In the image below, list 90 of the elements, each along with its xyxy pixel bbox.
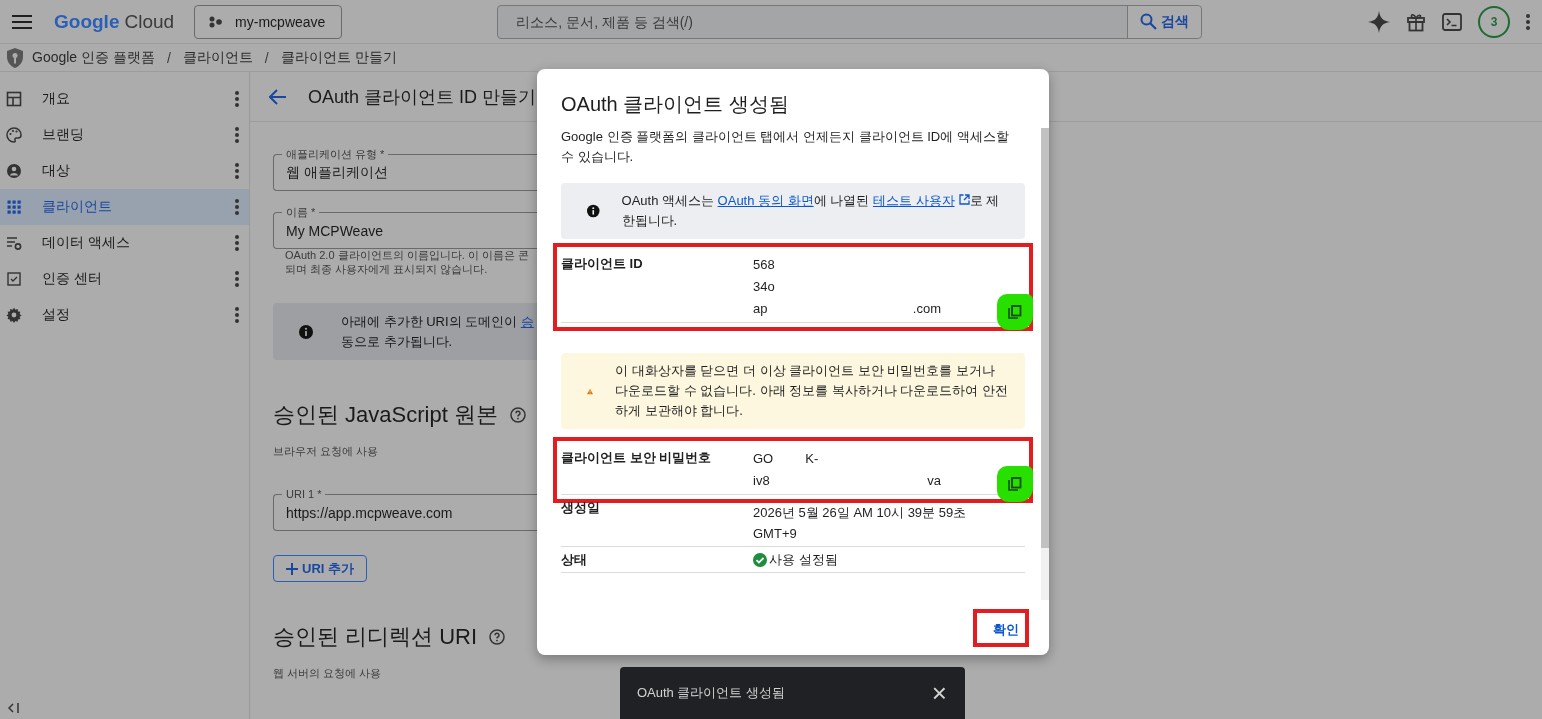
field-hint: 되며 최종 사용자에게 표시되지 않습니다. (285, 262, 489, 276)
info-text: 아래에 추가한 URI의 도메인이 승 (341, 312, 534, 331)
more-icon[interactable] (235, 163, 239, 179)
breadcrumb-link[interactable]: Google 인증 플랫폼 (32, 48, 155, 67)
text-field[interactable]: 이름 * My MCPWeave (273, 206, 537, 249)
sidebar-item[interactable]: 인증 센터 (0, 261, 249, 297)
terminal-icon[interactable] (1442, 12, 1462, 31)
dashboard-icon (6, 91, 22, 107)
search-field[interactable]: 리소스, 문서, 제품 등 검색(/) 검색 (497, 4, 1203, 39)
secret-text: 568 (753, 256, 775, 274)
sidebar-item[interactable]: 브랜딩 (0, 117, 249, 153)
sidebar-item[interactable]: 데이터 액세스 (0, 225, 249, 261)
sidebar-item[interactable]: 설정 (0, 297, 249, 333)
search-icon (1140, 13, 1158, 30)
copy-button[interactable] (997, 294, 1033, 330)
person-icon (6, 163, 22, 179)
field-hint: OAuth 2.0 클라이언트의 이름입니다. 이 이름은 콘 (285, 248, 530, 262)
sparkle-icon[interactable] (1368, 10, 1390, 33)
more-icon[interactable] (235, 91, 239, 107)
secret-text: GO (753, 450, 774, 468)
breadcrumb-separator: / (264, 49, 269, 66)
secret-text: .com (912, 300, 941, 318)
sidebar-item[interactable]: 대상 (0, 153, 249, 189)
copy-button[interactable] (997, 466, 1033, 502)
row-label: 생성일 (561, 499, 601, 517)
status-text: 사용 설정됨 (769, 551, 838, 569)
secret-text: 34o (753, 278, 775, 296)
info-text: 동으로 추가됩니다. (341, 332, 454, 351)
more-icon[interactable] (235, 127, 239, 143)
breadcrumb-link[interactable]: 클라이언트 만들기 (280, 48, 397, 67)
text-input[interactable]: https://app.mcpweave.com (274, 502, 534, 524)
text-input[interactable]: 웹 애플리케이션 (274, 162, 534, 184)
add-uri-button[interactable]: URI 추가 (273, 555, 367, 582)
section-heading: 승인된 리디렉션 URI (273, 623, 478, 651)
more-icon[interactable] (1526, 13, 1530, 30)
dialog-intro: Google 인증 플랫폼의 클라이언트 탭에서 언제든지 클라이언트 ID에 액세스할 수 있습니다. (561, 128, 1010, 166)
text-input[interactable]: My MCPWeave (274, 220, 534, 242)
created-date: 2026년 5월 26일 AM 10시 39분 59초 GMT+9 (753, 504, 968, 543)
section-subtitle: 브라우저 요청에 사용 (273, 444, 380, 459)
ok-button[interactable]: 확인 (973, 608, 1029, 647)
list-settings-icon (6, 235, 22, 251)
row-label: 클라이언트 ID (561, 255, 644, 273)
collapse-icon[interactable] (8, 703, 20, 713)
copy-icon (1008, 305, 1022, 319)
toast-message: OAuth 클라이언트 생성됨 (637, 684, 786, 702)
text-field[interactable]: URI 1 * https://app.mcpweave.com (273, 488, 537, 531)
more-icon[interactable] (235, 271, 239, 287)
shield-key-icon (6, 47, 24, 68)
info-icon (299, 324, 313, 339)
text-field[interactable]: 애플리케이션 유형 * 웹 애플리케이션 (273, 148, 537, 191)
sidebar-item[interactable]: 개요 (0, 81, 249, 117)
help-icon[interactable] (509, 407, 526, 423)
grid-icon (6, 199, 22, 215)
close-button[interactable]: × (931, 680, 947, 706)
secret-text: iv8 (753, 472, 770, 490)
info-text: OAuth 액세스는 OAuth 동의 화면에 나열된 테스트 사용자 로 제한됩니다. (621, 192, 1001, 230)
project-picker[interactable]: my-mcpweave (194, 4, 343, 39)
copy-icon (1008, 477, 1022, 491)
secret-text: ap (753, 300, 768, 318)
help-icon[interactable] (489, 629, 506, 645)
check-circle-icon (753, 553, 767, 567)
consent-screen-link[interactable]: OAuth 동의 화면 (717, 193, 814, 208)
checkbox-icon (6, 271, 22, 287)
palette-icon (6, 127, 22, 143)
page-title: OAuth 클라이언트 ID 만들기 (308, 85, 537, 109)
row-label: 상태 (561, 551, 588, 569)
field-label: URI 1 * (285, 488, 323, 500)
test-users-link[interactable]: 테스트 사용자 (872, 193, 970, 208)
logo[interactable]: Google Cloud (54, 10, 175, 33)
field-label: 이름 * (285, 206, 317, 218)
gift-icon[interactable] (1406, 11, 1426, 32)
breadcrumb-separator: / (166, 49, 171, 66)
warning-text: 이 대화상자를 닫으면 더 이상 클라이언트 보안 비밀번호를 보거나 다운로드할 수 없습니다. 아래 정보를 복사하거나 다운로드하여 안전하게 보관해야 합니다. (615, 362, 1009, 420)
breadcrumb-link[interactable]: 클라이언트 (182, 48, 253, 67)
secret-text: va (927, 472, 941, 490)
plus-icon (286, 562, 298, 575)
row-label: 클라이언트 보안 비밀번호 (561, 449, 713, 467)
more-icon[interactable] (235, 307, 239, 323)
section-subtitle: 웹 서버의 요청에 사용 (273, 666, 383, 681)
field-label: 애플리케이션 유형 * (285, 148, 386, 160)
settings-icon (6, 307, 22, 323)
more-icon[interactable] (235, 199, 239, 215)
section-heading: 승인된 JavaScript 원본 (273, 401, 498, 429)
more-icon[interactable] (235, 235, 239, 251)
secret-text: K- (805, 450, 819, 468)
project-icon (209, 15, 224, 28)
dialog-title: OAuth 클라이언트 생성됨 (560, 92, 790, 117)
external-link-icon (958, 194, 970, 205)
info-icon (587, 204, 600, 218)
search-button[interactable]: 검색 (1127, 5, 1202, 38)
